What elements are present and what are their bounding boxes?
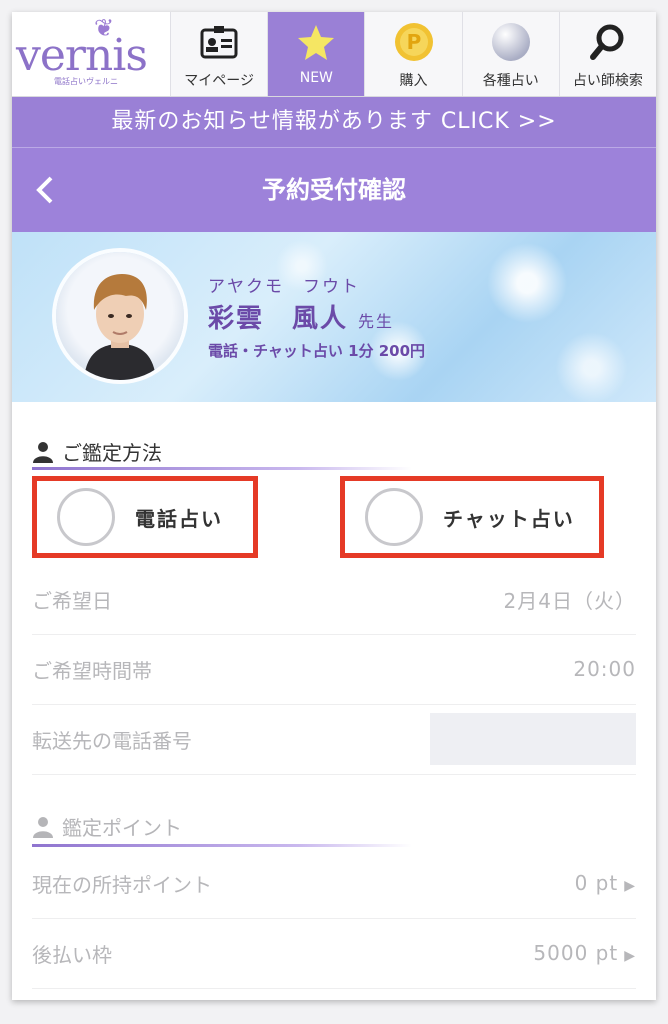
coin-icon: P [365,22,461,62]
search-icon [560,22,656,62]
fortune-teller-kana: アヤクモ フウト [208,277,360,297]
option-label: 電話占い [135,506,223,531]
nav-label: 購入 [399,73,428,89]
logo-subtext: 電話占いヴェルニ [54,77,118,86]
date-value: 2月4日（火） [503,588,636,613]
profile-banner: アヤクモ フウト 彩雲 風人 先生 電話・チャット占い 1分 200円 [12,232,656,402]
points-text: 5000 pt [533,941,619,965]
person-icon [33,441,53,463]
nav-label: マイページ [184,73,254,89]
option-chat[interactable]: チャット占い [340,476,604,558]
row-deferred-points[interactable]: 後払い枠 5000 pt ▶ [32,918,636,989]
method-section-title: ご鑑定方法 [32,437,162,466]
section-divider [32,844,412,847]
row-date: ご希望日 2月4日（火） [32,564,636,635]
honorific: 先生 [358,312,395,331]
name-text: 彩雲 風人 [208,304,349,334]
time-label: ご希望時間帯 [32,658,152,683]
logo-text: vernis [16,30,148,81]
logo[interactable]: ❦ vernis 電話占いヴェルニ [12,12,171,96]
nav-item-new[interactable]: NEW [268,12,366,96]
person-icon [33,816,53,838]
phone-number-field[interactable] [430,713,636,765]
current-points-value: 0 pt ▶ [575,871,636,895]
section-title-text: 鑑定ポイント [62,816,182,840]
row-current-points[interactable]: 現在の所持ポイント 0 pt ▶ [32,848,636,919]
nav-label: 各種占い [482,73,539,89]
fortune-teller-name: 彩雲 風人 先生 [208,298,394,335]
deferred-label: 後払い枠 [32,942,112,967]
deferred-value: 5000 pt ▶ [533,941,636,965]
back-button[interactable] [30,148,60,232]
nav-label: NEW [299,70,333,86]
chevron-left-icon [36,176,53,204]
nav-item-search[interactable]: 占い師検索 [559,12,656,96]
option-label: チャット占い [443,506,575,531]
current-points-label: 現在の所持ポイント [32,872,212,897]
radio-button[interactable] [365,488,423,546]
fortune-teller-avatar [56,252,184,380]
points-text: 0 pt [574,871,619,895]
nav-label: 占い師検索 [572,73,643,89]
star-icon [268,22,364,62]
triangle-right-icon: ▶ [624,948,636,964]
page-title: 予約受付確認 [262,176,406,204]
app-frame: ❦ vernis 電話占いヴェルニ マイページ NEW P 購入 各種占い 占い… [12,12,656,1000]
points-section-title: 鑑定ポイント [32,812,182,841]
svg-text:P: P [406,30,421,54]
nav-item-mypage[interactable]: マイページ [171,12,269,96]
nav-item-fortune-types[interactable]: 各種占い [462,12,560,96]
section-divider [32,467,412,470]
phone-label: 転送先の電話番号 [32,728,192,753]
option-phone[interactable]: 電話占い [32,476,258,558]
radio-button[interactable] [57,488,115,546]
time-value: 20:00 [573,657,636,681]
id-card-icon [171,22,267,62]
crystal-ball-icon [463,22,559,62]
date-label: ご希望日 [32,588,112,613]
header-bar: 予約受付確認 [12,148,656,232]
rate-info: 電話・チャット占い 1分 200円 [208,342,426,360]
section-title-text: ご鑑定方法 [62,441,162,465]
row-time: ご希望時間帯 20:00 [32,634,636,705]
nav-item-purchase[interactable]: P 購入 [365,12,463,96]
row-phone: 転送先の電話番号 [32,704,636,775]
triangle-right-icon: ▶ [624,878,636,894]
notice-banner[interactable]: 最新のお知らせ情報があります CLICK >> [12,97,656,148]
top-nav: ❦ vernis 電話占いヴェルニ マイページ NEW P 購入 各種占い 占い… [12,12,656,97]
